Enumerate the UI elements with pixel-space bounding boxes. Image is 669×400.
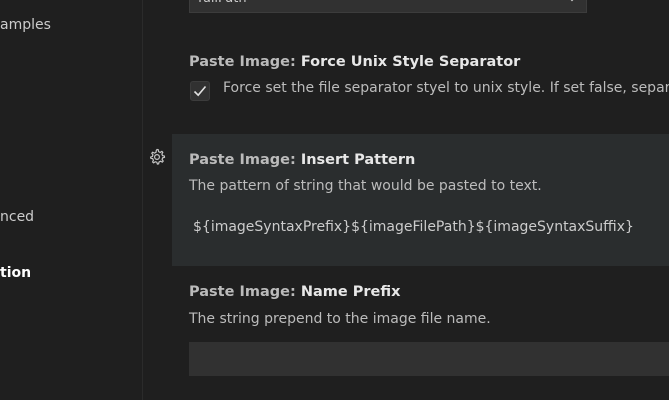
settings-list: fullPath Paste Image: Force Unix Style S… — [143, 0, 669, 400]
gear-icon[interactable] — [148, 148, 166, 166]
toc-item-active[interactable]: tion — [0, 265, 31, 281]
setting-category: Paste Image: — [189, 152, 301, 168]
setting-insert-pattern: Paste Image: Insert Pattern The pattern … — [149, 134, 669, 266]
setting-category: Paste Image: — [189, 54, 301, 70]
force-unix-checkbox[interactable] — [190, 81, 210, 101]
force-unix-description: Force set the file separator styel to un… — [223, 80, 669, 96]
setting-title: Paste Image: Force Unix Style Separator — [189, 54, 520, 70]
name-prefix-input[interactable] — [189, 342, 669, 376]
toc-item-examples[interactable]: amples — [0, 17, 51, 33]
insert-pattern-input[interactable]: ${imageSyntaxPrefix}${imageFilePath}${im… — [193, 219, 634, 235]
check-icon — [193, 85, 207, 97]
setting-title: Paste Image: Insert Pattern — [189, 152, 415, 168]
setting-description: The string prepend to the image file nam… — [189, 311, 491, 327]
settings-editor: amples nced tion fullPath Paste Image: F… — [0, 0, 669, 400]
setting-name: Name Prefix — [300, 284, 401, 300]
setting-title: Paste Image: Name Prefix — [189, 284, 400, 300]
setting-category: Paste Image: — [189, 284, 301, 300]
setting-name: Force Unix Style Separator — [300, 54, 521, 70]
toc-item-advanced[interactable]: nced — [0, 209, 34, 225]
settings-toc: amples nced tion — [0, 0, 143, 400]
setting-name: Insert Pattern — [300, 152, 416, 168]
setting-force-unix-separator: Paste Image: Force Unix Style Separator … — [172, 0, 669, 130]
setting-description: The pattern of string that would be past… — [189, 178, 542, 194]
